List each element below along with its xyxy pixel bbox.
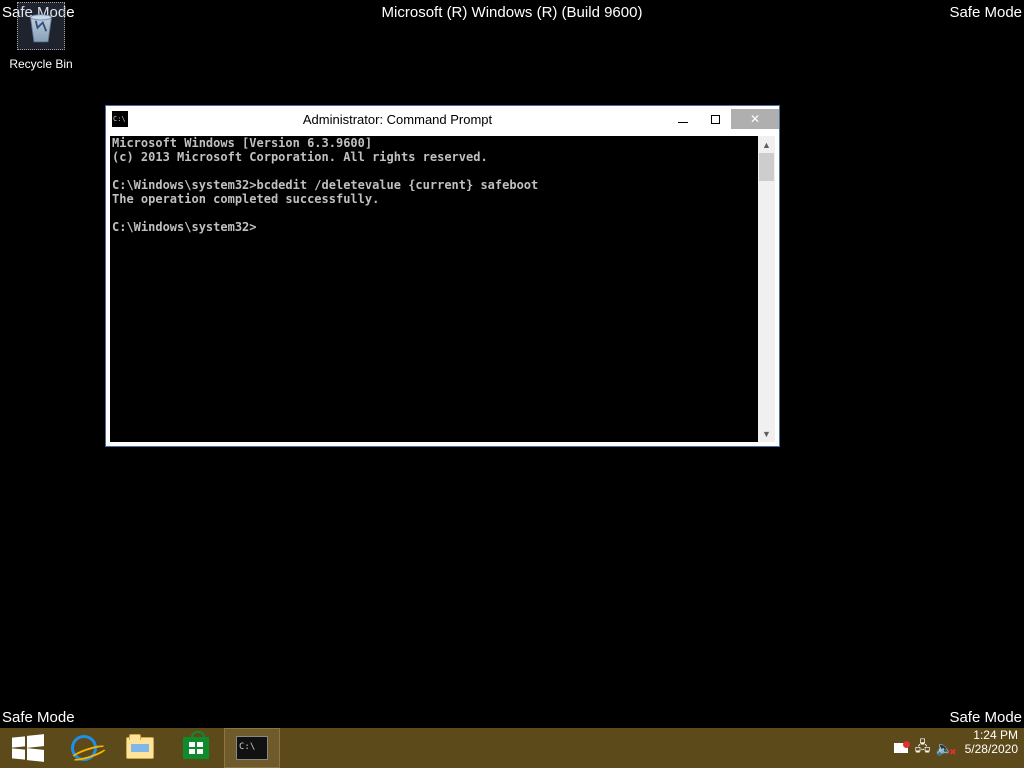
taskbar-clock[interactable]: 1:24 PM 5/28/2020 — [959, 728, 1024, 768]
network-icon[interactable]: 🖧 — [915, 740, 931, 756]
maximize-button[interactable] — [699, 109, 731, 129]
safe-mode-label-top-right: Safe Mode — [949, 4, 1022, 21]
action-center-icon[interactable] — [893, 740, 909, 756]
command-prompt-app-icon — [112, 111, 128, 127]
recycle-bin-label: Recycle Bin — [6, 57, 76, 71]
taskbar-file-explorer[interactable] — [112, 728, 168, 768]
close-button[interactable] — [731, 109, 779, 129]
recycle-bin-desktop-icon[interactable]: Recycle Bin — [6, 2, 76, 71]
start-button[interactable] — [0, 728, 56, 768]
taskbar-command-prompt[interactable] — [224, 728, 280, 768]
clock-time: 1:24 PM — [965, 728, 1018, 742]
taskbar-store[interactable] — [168, 728, 224, 768]
taskbar-internet-explorer[interactable] — [56, 728, 112, 768]
windows-build-label: Microsoft (R) Windows (R) (Build 9600) — [382, 4, 643, 21]
file-explorer-icon — [126, 737, 154, 759]
window-titlebar[interactable]: Administrator: Command Prompt — [106, 106, 779, 132]
internet-explorer-icon — [71, 735, 97, 761]
command-prompt-body[interactable]: Microsoft Windows [Version 6.3.9600] (c)… — [110, 136, 775, 442]
volume-muted-icon[interactable]: 🔈 — [937, 740, 953, 756]
safe-mode-label-bottom-left: Safe Mode — [2, 709, 75, 726]
command-prompt-window[interactable]: Administrator: Command Prompt Microsoft … — [105, 105, 780, 447]
taskbar-spacer — [280, 728, 887, 768]
taskbar[interactable]: 🖧 🔈 1:24 PM 5/28/2020 — [0, 728, 1024, 768]
system-tray[interactable]: 🖧 🔈 — [887, 728, 959, 768]
vertical-scrollbar[interactable]: ▲ ▼ — [758, 136, 775, 442]
window-title: Administrator: Command Prompt — [128, 112, 667, 127]
windows-store-icon — [183, 737, 209, 759]
safe-mode-label-bottom-right: Safe Mode — [949, 709, 1022, 726]
recycle-bin-icon — [20, 5, 62, 47]
windows-logo-icon — [10, 733, 46, 763]
minimize-button[interactable] — [667, 109, 699, 129]
scrollbar-up-button[interactable]: ▲ — [758, 136, 775, 153]
command-prompt-output: Microsoft Windows [Version 6.3.9600] (c)… — [110, 136, 758, 442]
command-prompt-icon — [236, 736, 268, 760]
scrollbar-thumb[interactable] — [759, 153, 774, 181]
clock-date: 5/28/2020 — [965, 742, 1018, 756]
scrollbar-down-button[interactable]: ▼ — [758, 425, 775, 442]
